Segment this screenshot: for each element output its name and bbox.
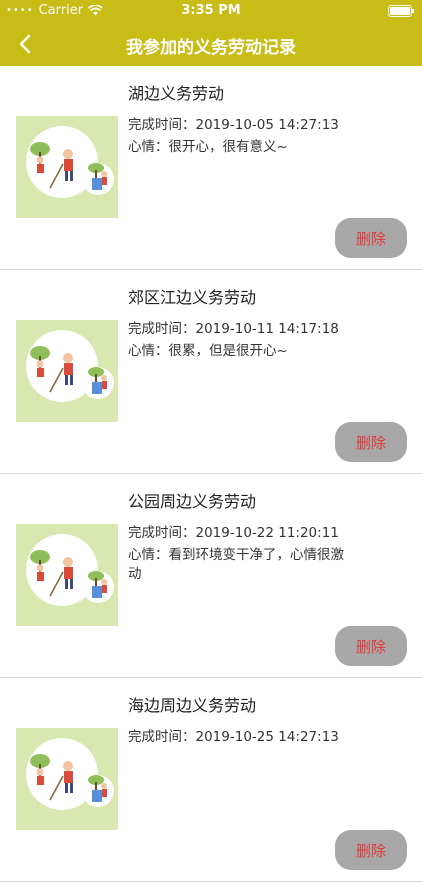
record-time: 完成时间：2019-10-05 14:27:13 [128,117,339,133]
volunteer-cleaning-illustration [16,524,118,626]
record-time: 完成时间：2019-10-22 11:20:11 [128,525,339,541]
header: •••• Carrier 3:35 PM 我参加的义务劳动记录 [0,0,422,66]
list-item: 公园周边义务劳动 完成时间：2019-10-22 11:20:11 心情：看到环… [0,474,422,678]
volunteer-cleaning-illustration [16,320,118,422]
volunteer-cleaning-illustration [16,116,118,218]
list-item: 海边周边义务劳动 完成时间：2019-10-25 14:27:13 删除 [0,678,422,882]
status-time: 3:35 PM [181,3,241,18]
record-image [16,116,118,218]
record-title: 湖边义务劳动 [128,84,225,103]
record-mood: 心情：很开心，很有意义~ [128,139,288,155]
battery-icon [388,5,414,17]
record-title: 郊区江边义务劳动 [128,288,257,307]
list-item: 湖边义务劳动 完成时间：2019-10-05 14:27:13 心情：很开心，很… [0,66,422,270]
record-title: 公园周边义务劳动 [128,492,257,511]
record-image [16,320,118,422]
delete-button[interactable]: 删除 [335,422,407,462]
navbar: 我参加的义务劳动记录 [0,22,422,66]
record-list: 湖边义务劳动 完成时间：2019-10-05 14:27:13 心情：很开心，很… [0,66,422,882]
delete-button[interactable]: 删除 [335,626,407,666]
volunteer-cleaning-illustration [16,728,118,830]
delete-button[interactable]: 删除 [335,218,407,258]
record-mood: 心情：看到环境变干净了，心情很激动 [128,547,344,582]
record-title: 海边周边义务劳动 [128,696,257,715]
record-image [16,728,118,830]
record-time: 完成时间：2019-10-25 14:27:13 [128,729,339,745]
list-item: 郊区江边义务劳动 完成时间：2019-10-11 14:17:18 心情：很累，… [0,270,422,474]
record-mood: 心情：很累，但是很开心~ [128,343,288,359]
record-time: 完成时间：2019-10-11 14:17:18 [128,321,339,337]
status-bar: •••• Carrier 3:35 PM [0,0,422,22]
record-image [16,524,118,626]
delete-button[interactable]: 删除 [335,830,407,870]
page-title: 我参加的义务劳动记录 [126,38,296,58]
